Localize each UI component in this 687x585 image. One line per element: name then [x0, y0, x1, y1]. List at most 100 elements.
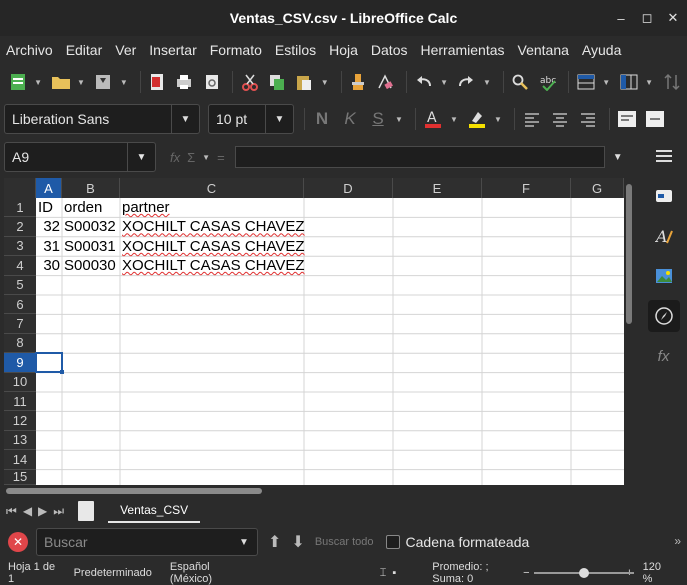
- formula-input[interactable]: [234, 146, 605, 168]
- find-next-icon[interactable]: ⬇: [291, 532, 304, 552]
- redo-icon[interactable]: [455, 70, 478, 94]
- column-header-b[interactable]: B: [62, 178, 120, 198]
- font-size-combo[interactable]: 10 pt ▼: [208, 104, 294, 134]
- find-previous-icon[interactable]: ⬆: [268, 532, 281, 552]
- row-header-14[interactable]: 14: [4, 450, 36, 470]
- find-replace-icon[interactable]: [509, 70, 532, 94]
- align-right-icon[interactable]: [576, 107, 600, 131]
- open-dropdown-icon[interactable]: ▼: [76, 70, 86, 94]
- row-header-7[interactable]: 7: [4, 314, 36, 334]
- cell-b4[interactable]: S00030: [62, 257, 120, 276]
- cell-a4[interactable]: 30: [36, 257, 62, 276]
- chevron-down-icon[interactable]: ▼: [127, 143, 155, 171]
- column-header-a[interactable]: A: [36, 178, 62, 198]
- vertical-scroll-thumb[interactable]: [626, 184, 632, 324]
- close-find-icon[interactable]: ✕: [8, 532, 28, 552]
- column-header-d[interactable]: D: [304, 178, 393, 198]
- merge-center-icon[interactable]: [643, 107, 667, 131]
- font-name-combo[interactable]: Liberation Sans ▼: [4, 104, 200, 134]
- row-header-15[interactable]: 15: [4, 469, 36, 485]
- menu-ver[interactable]: Ver: [115, 42, 136, 58]
- print-icon[interactable]: [173, 70, 196, 94]
- undo-icon[interactable]: [412, 70, 435, 94]
- spreadsheet-grid[interactable]: A B C D E F G 1 2 3 4 5 6 7 8 9 10 11 12…: [4, 178, 634, 485]
- properties-icon[interactable]: [648, 180, 680, 212]
- align-left-icon[interactable]: [520, 107, 544, 131]
- column-header-c[interactable]: C: [120, 178, 304, 198]
- cell-a2[interactable]: 32: [36, 218, 62, 237]
- select-all-corner[interactable]: [4, 178, 36, 198]
- cell-cursor-a9[interactable]: [35, 352, 63, 374]
- function-wizard-icon[interactable]: fx: [170, 150, 180, 165]
- row-header-8[interactable]: 8: [4, 333, 36, 354]
- row-header-11[interactable]: 11: [4, 392, 36, 412]
- paste-icon[interactable]: [293, 70, 316, 94]
- vertical-scrollbar[interactable]: [624, 178, 634, 485]
- formatted-string-checkbox[interactable]: [385, 535, 400, 549]
- status-page-style[interactable]: Predeterminado: [74, 567, 152, 579]
- paste-dropdown-icon[interactable]: ▼: [320, 70, 330, 94]
- add-sheet-icon[interactable]: [78, 501, 95, 521]
- save-icon[interactable]: [92, 70, 115, 94]
- sum-icon[interactable]: Σ: [187, 150, 195, 165]
- formula-icon[interactable]: =: [217, 150, 225, 165]
- more-options-icon[interactable]: »: [674, 534, 681, 548]
- cell-a1[interactable]: ID: [36, 199, 62, 218]
- highlight-color-icon[interactable]: [465, 107, 489, 131]
- gallery-icon[interactable]: [648, 260, 680, 292]
- cell-a3[interactable]: 31: [36, 238, 62, 257]
- underline-dropdown-icon[interactable]: ▼: [394, 107, 404, 131]
- chevron-down-icon[interactable]: ▼: [613, 152, 623, 163]
- menu-ayuda[interactable]: Ayuda: [582, 42, 621, 58]
- new-icon[interactable]: [6, 70, 29, 94]
- maximize-icon[interactable]: ◻: [641, 10, 653, 26]
- search-input[interactable]: Buscar: [37, 534, 231, 550]
- cell-b3[interactable]: S00031: [62, 238, 120, 257]
- underline-button[interactable]: S: [366, 107, 390, 131]
- row-header-6[interactable]: 6: [4, 295, 36, 315]
- row-header-12[interactable]: 12: [4, 411, 36, 431]
- menu-formato[interactable]: Formato: [210, 42, 262, 58]
- styles-icon[interactable]: A: [648, 220, 680, 252]
- row-icon[interactable]: [574, 70, 597, 94]
- chevron-down-icon[interactable]: ▼: [231, 529, 257, 555]
- selection-mode-icon[interactable]: ⌶: [380, 567, 387, 580]
- sheet-tab-ventas-csv[interactable]: Ventas_CSV: [108, 499, 201, 523]
- menu-herramientas[interactable]: Herramientas: [420, 42, 504, 58]
- italic-button[interactable]: K: [338, 107, 362, 131]
- row-dropdown-icon[interactable]: ▼: [601, 70, 611, 94]
- cell-c3[interactable]: XOCHILT CASAS CHAVEZ: [120, 238, 307, 257]
- spellcheck-icon[interactable]: abc: [536, 70, 559, 94]
- new-dropdown-icon[interactable]: ▼: [33, 70, 43, 94]
- chevron-down-icon[interactable]: ▼: [265, 105, 293, 133]
- hamburger-icon[interactable]: [648, 140, 680, 172]
- minimize-icon[interactable]: –: [615, 11, 627, 26]
- cell-c1[interactable]: partner: [120, 199, 172, 218]
- previous-sheet-icon[interactable]: ◀: [23, 504, 32, 518]
- column-header-g[interactable]: G: [571, 178, 624, 198]
- zoom-out-button[interactable]: −: [523, 567, 529, 579]
- redo-dropdown-icon[interactable]: ▼: [482, 70, 492, 94]
- cell-b1[interactable]: orden: [62, 199, 120, 218]
- clone-format-icon[interactable]: [347, 70, 370, 94]
- sum-dropdown-icon[interactable]: ▼: [202, 153, 210, 162]
- print-preview-icon[interactable]: [200, 70, 223, 94]
- bold-button[interactable]: N: [310, 107, 334, 131]
- row-header-3[interactable]: 3: [4, 236, 36, 257]
- copy-icon[interactable]: [265, 70, 288, 94]
- search-combo[interactable]: Buscar ▼: [36, 528, 258, 556]
- status-language[interactable]: Español (México): [170, 561, 242, 585]
- next-sheet-icon[interactable]: ▶: [38, 504, 47, 518]
- cell-b2[interactable]: S00032: [62, 218, 120, 237]
- row-header-4[interactable]: 4: [4, 256, 36, 276]
- align-center-icon[interactable]: [548, 107, 572, 131]
- column-dropdown-icon[interactable]: ▼: [644, 70, 654, 94]
- zoom-knob[interactable]: [578, 568, 589, 578]
- first-sheet-icon[interactable]: ⏮: [6, 504, 17, 519]
- open-icon[interactable]: [49, 70, 72, 94]
- column-header-e[interactable]: E: [393, 178, 482, 198]
- menu-insertar[interactable]: Insertar: [149, 42, 196, 58]
- column-header-f[interactable]: F: [482, 178, 571, 198]
- navigator-icon[interactable]: [647, 300, 680, 332]
- row-header-9[interactable]: 9: [4, 353, 36, 373]
